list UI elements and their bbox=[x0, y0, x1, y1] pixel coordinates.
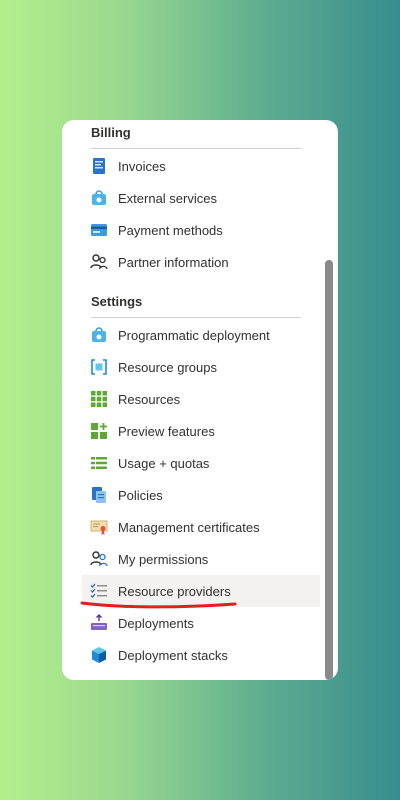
menu-item-label: Programmatic deployment bbox=[118, 327, 270, 343]
billing-section-title: Billing bbox=[91, 125, 131, 140]
menu-item-invoices[interactable]: Invoices bbox=[82, 150, 320, 182]
menu-item-label: Payment methods bbox=[118, 222, 223, 238]
menu-item-label: Resource groups bbox=[118, 359, 217, 375]
menu-item-label: Invoices bbox=[118, 158, 166, 174]
preview-icon bbox=[90, 422, 108, 440]
menu-item-payment-methods[interactable]: Payment methods bbox=[82, 214, 320, 246]
menu-item-label: Policies bbox=[118, 487, 163, 503]
menu-item-label: Deployment stacks bbox=[118, 647, 228, 663]
menu-item-label: Deployments bbox=[118, 615, 194, 631]
menu-item-my-permissions[interactable]: My permissions bbox=[82, 543, 320, 575]
settings-section-title: Settings bbox=[91, 294, 143, 309]
partial-icon bbox=[90, 678, 108, 680]
list-icon bbox=[90, 454, 108, 472]
menu-item-partial[interactable] bbox=[82, 671, 320, 680]
menu-item-external-services[interactable]: External services bbox=[82, 182, 320, 214]
policy-icon bbox=[90, 486, 108, 504]
menu-item-label: My permissions bbox=[118, 551, 209, 567]
invoice-icon bbox=[90, 157, 108, 175]
scrollbar-thumb[interactable] bbox=[325, 260, 333, 680]
menu-item-management-certificates[interactable]: Management certificates bbox=[82, 511, 320, 543]
menu-item-resources[interactable]: Resources bbox=[82, 383, 320, 415]
user-permissions-icon bbox=[90, 550, 108, 568]
grid-icon bbox=[90, 390, 108, 408]
menu-item-resource-groups[interactable]: Resource groups bbox=[82, 351, 320, 383]
people-icon bbox=[90, 253, 108, 271]
menu-item-programmatic-deployment[interactable]: Programmatic deployment bbox=[82, 319, 320, 351]
settings-divider bbox=[91, 317, 301, 318]
menu-item-label: Preview features bbox=[118, 423, 215, 439]
menu-item-policies[interactable]: Policies bbox=[82, 479, 320, 511]
menu-item-preview-features[interactable]: Preview features bbox=[82, 415, 320, 447]
card-icon bbox=[90, 221, 108, 239]
annotation-underline bbox=[80, 601, 237, 609]
deploy-icon bbox=[90, 614, 108, 632]
menu-item-label: Management certificates bbox=[118, 519, 260, 535]
bag-icon bbox=[90, 326, 108, 344]
bag-icon bbox=[90, 189, 108, 207]
menu-item-deployment-stacks[interactable]: Deployment stacks bbox=[82, 639, 320, 671]
menu-item-label: Usage + quotas bbox=[118, 455, 210, 471]
menu-item-label: Partner information bbox=[118, 254, 229, 270]
menu-item-label: Resources bbox=[118, 391, 181, 407]
resource-group-icon bbox=[90, 358, 108, 376]
stack-icon bbox=[90, 646, 108, 664]
menu-item-partner-information[interactable]: Partner information bbox=[82, 246, 320, 278]
certificate-icon bbox=[90, 518, 108, 536]
menu-item-usage-quotas[interactable]: Usage + quotas bbox=[82, 447, 320, 479]
menu-item-label: External services bbox=[118, 190, 217, 206]
billing-divider bbox=[91, 148, 301, 149]
